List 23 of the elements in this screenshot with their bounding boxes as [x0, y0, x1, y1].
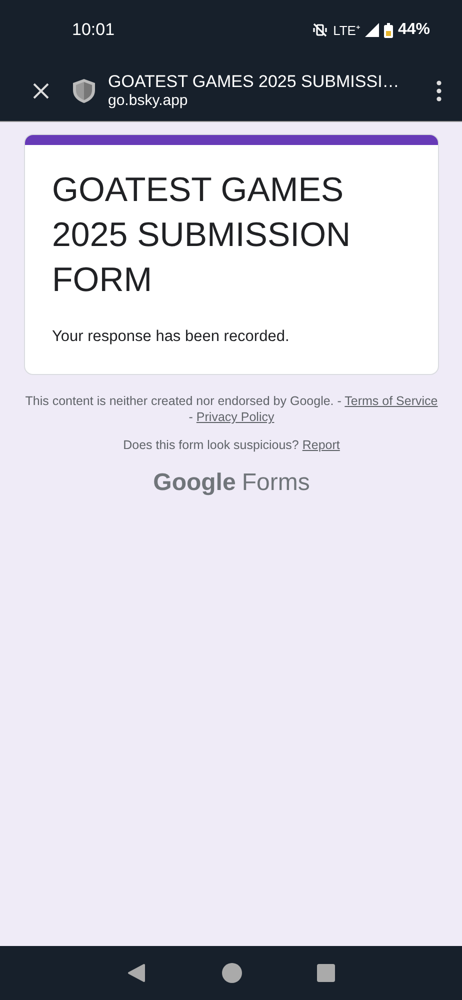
form-title: GOATEST GAMES 2025 SUBMISSION FORM [52, 170, 352, 301]
battery-percentage: 44% [398, 21, 430, 39]
privacy-link[interactable]: Privacy Policy [196, 410, 274, 424]
battery-icon [384, 22, 393, 38]
page-title: GOATEST GAMES 2025 SUBMISSI… [108, 72, 400, 92]
back-icon[interactable] [127, 963, 148, 983]
recents-icon[interactable] [316, 964, 335, 982]
more-options-icon[interactable] [436, 80, 442, 102]
terms-link[interactable]: Terms of Service [344, 394, 438, 408]
google-wordmark: Google [153, 469, 236, 497]
close-icon[interactable] [32, 82, 50, 100]
status-time: 10:01 [72, 20, 115, 40]
report-link[interactable]: Report [302, 438, 340, 452]
forms-wordmark: Forms [242, 469, 310, 497]
vibrate-off-icon [312, 22, 328, 38]
report-text: Does this form look suspicious? Report [122, 437, 341, 453]
confirmation-message: Your response has been recorded. [52, 328, 290, 346]
network-type: LTE⁺ [333, 22, 360, 39]
page-url: go.bsky.app [108, 92, 189, 109]
home-icon[interactable] [222, 963, 242, 983]
shield-icon[interactable] [72, 78, 96, 104]
signal-icon [364, 23, 379, 37]
disclaimer-text: This content is neither created nor endorsed by Google. - Terms of Service - Privacy Policy [24, 393, 439, 425]
